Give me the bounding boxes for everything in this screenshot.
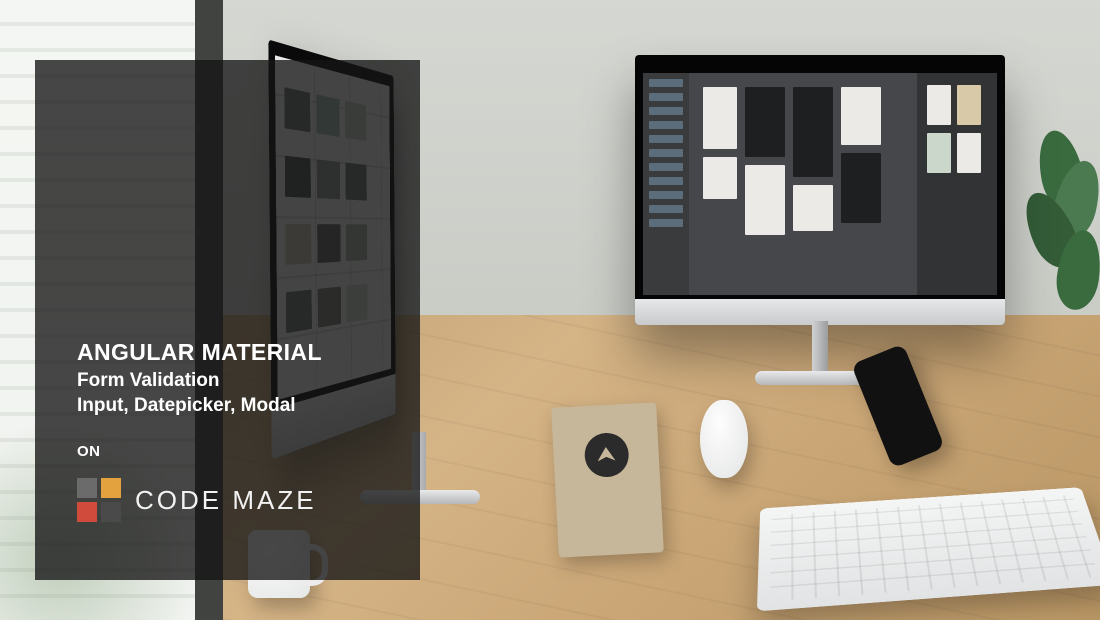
overlay-on-label: ON — [77, 443, 390, 460]
app-rightpanel — [917, 73, 997, 295]
app-canvas — [689, 73, 917, 295]
hero-scene: ANGULAR MATERIAL Form Validation Input, … — [0, 0, 1100, 620]
brand-row: CODE MAZE — [77, 478, 390, 522]
monitor-right-stand-neck — [812, 321, 828, 373]
notebook — [551, 402, 664, 557]
monitor-right-screen — [643, 73, 997, 295]
logo-square-br — [101, 502, 121, 522]
logo-square-tl — [77, 478, 97, 498]
overlay-subheading-2: Input, Datepicker, Modal — [77, 395, 390, 417]
brand-text: CODE MAZE — [135, 485, 317, 516]
app-sidebar — [643, 73, 689, 295]
logo-square-bl — [77, 502, 97, 522]
overlay-subheading-1: Form Validation — [77, 370, 390, 392]
title-overlay-panel: ANGULAR MATERIAL Form Validation Input, … — [35, 60, 420, 580]
mouse — [700, 400, 748, 478]
overlay-heading: ANGULAR MATERIAL — [77, 339, 390, 366]
plant — [1010, 120, 1100, 340]
brand-logo-icon — [77, 478, 121, 522]
logo-square-tr — [101, 478, 121, 498]
monitor-right — [635, 55, 1005, 325]
